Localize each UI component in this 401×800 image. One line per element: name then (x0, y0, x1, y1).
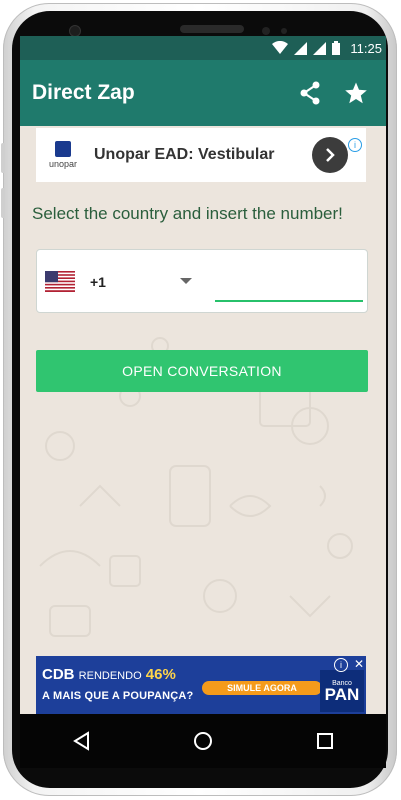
chevron-down-icon[interactable] (180, 278, 192, 284)
ad-headline: CDB RENDENDO 46% (42, 666, 176, 683)
signal-icon (313, 41, 327, 55)
ad-headline-bold: CDB (42, 666, 75, 683)
app-screen: 11:25 Direct Zap unopar Unopar EAD: Vest… (20, 36, 386, 714)
navigation-bar (20, 714, 386, 768)
country-code[interactable]: +1 (90, 274, 106, 290)
phone-number-input[interactable] (215, 268, 363, 302)
recents-button[interactable] (301, 717, 349, 765)
recents-icon (317, 733, 333, 749)
banco-pan-logo: Banco PAN (320, 670, 364, 712)
unopar-logo-icon (55, 141, 71, 157)
app-bar: Direct Zap (20, 60, 386, 126)
app-title: Direct Zap (32, 81, 135, 104)
status-bar: 11:25 (20, 36, 386, 60)
favorite-button[interactable] (338, 75, 374, 111)
chevron-right-icon (326, 148, 335, 162)
proximity-sensor (262, 27, 270, 35)
info-icon[interactable]: i (334, 658, 348, 672)
back-button[interactable] (57, 717, 105, 765)
ad-subline: A MAIS QUE A POUPANÇA? (42, 690, 194, 702)
logo-big-text: PAN (324, 684, 360, 704)
wifi-icon (272, 41, 289, 54)
top-banner-ad[interactable]: unopar Unopar EAD: Vestibular i (36, 128, 366, 182)
info-icon[interactable]: i (348, 138, 362, 152)
status-time: 11:25 (350, 40, 382, 56)
back-icon (73, 731, 89, 751)
ad-headline-percent: 46% (145, 666, 176, 683)
ad-cta-button[interactable]: SIMULE AGORA (202, 681, 322, 695)
close-icon[interactable]: ✕ (354, 657, 364, 671)
ad-open-button[interactable] (312, 137, 348, 173)
share-icon (300, 81, 320, 105)
bottom-banner-ad[interactable]: CDB RENDENDO 46% A MAIS QUE A POUPANÇA? … (36, 656, 366, 714)
phone-number-card: +1 (36, 249, 368, 313)
share-button[interactable] (292, 75, 328, 111)
us-flag-icon[interactable] (45, 271, 75, 292)
home-icon (194, 732, 212, 750)
advertiser-logo: unopar (36, 141, 90, 169)
advertiser-logo-text: unopar (48, 159, 78, 169)
home-button[interactable] (179, 717, 227, 765)
open-conversation-button[interactable]: OPEN CONVERSATION (36, 350, 368, 392)
earpiece-speaker (180, 25, 244, 33)
volume-button (1, 188, 5, 218)
ad-headline-rest: RENDENDO (78, 670, 142, 682)
ad-title: Unopar EAD: Vestibular (94, 146, 275, 163)
signal-icon (294, 41, 308, 55)
volume-button (1, 143, 5, 173)
star-icon (345, 82, 367, 104)
battery-icon (332, 41, 341, 55)
instruction-text: Select the country and insert the number… (32, 204, 343, 223)
light-sensor (281, 28, 287, 34)
